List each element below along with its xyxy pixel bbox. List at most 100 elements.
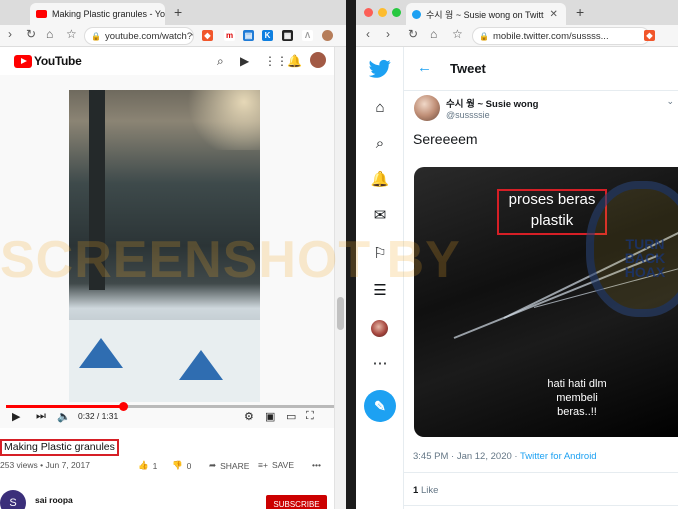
settings-gear-icon[interactable]: ⚙ [244,410,254,423]
tweet-text: Sereeeem [413,131,478,147]
compose-tweet-button[interactable]: ✎ [364,390,396,422]
caption-bottom-line: beras..!! [557,406,597,418]
back-arrow-icon[interactable]: ‹ [366,27,370,41]
extension-grid-icon[interactable]: ▦ [282,30,293,41]
fullscreen-icon[interactable]: ⛶ [306,410,314,423]
address-bar[interactable]: 🔒 youtube.com/watch?v... [84,27,194,45]
explore-search-icon[interactable]: ⌕ [369,133,391,155]
maximize-window-icon[interactable] [392,8,401,17]
back-arrow-icon[interactable]: › [8,27,12,41]
bookmark-icon[interactable]: ☆ [452,27,463,41]
extension-m-icon[interactable]: m [224,30,235,41]
page-title: Tweet [450,61,486,76]
profile-avatar[interactable] [371,320,388,337]
back-arrow-icon[interactable]: ← [417,59,432,76]
bookmark-icon[interactable]: ☆ [66,27,77,41]
likes-label: Like [420,485,439,496]
tab-youtube[interactable]: Making Plastic granules - YouTube ✕ [30,3,165,25]
extension-k-icon[interactable]: K [262,30,273,41]
likes-stat[interactable]: 1 Like [413,485,438,496]
tab-twitter[interactable]: 수시 웡 ~ Susie wong on Twitt ✕ [406,3,566,25]
badge-line: HOAX [624,264,666,280]
home-icon[interactable]: ⌂ [46,27,53,41]
close-window-icon[interactable] [364,8,373,17]
author-name[interactable]: 수시 웡 ~ Susie wong [446,96,538,110]
miniplayer-icon[interactable]: ▣ [265,410,275,423]
extension-a-icon[interactable]: Λ [302,30,313,41]
playlist-add-icon: ≡+ [258,460,268,470]
messages-envelope-icon[interactable]: ✉ [369,205,391,227]
close-tab-icon[interactable]: ✕ [549,9,557,20]
brave-shield-icon[interactable]: ◆ [644,30,655,41]
twitter-bird-icon[interactable] [369,59,391,79]
chevron-down-icon[interactable]: ⌄ [666,96,674,107]
tab-bar: 수시 웡 ~ Susie wong on Twitt ✕ + [356,0,678,25]
likes-count: 1 [413,485,419,496]
badge-line: TURN [625,236,665,252]
reload-icon[interactable]: ↻ [408,27,418,41]
notifications-bell-icon[interactable]: 🔔 [369,169,391,191]
tweet-timestamp: 3:45 PM · Jan 12, 2020 · Twitter for And… [413,451,597,462]
youtube-wordmark: YouTube [34,54,82,68]
minimize-window-icon[interactable] [378,8,387,17]
home-icon[interactable]: ⌂ [430,27,437,41]
save-label: SAVE [271,460,294,470]
video-title: Making Plastic granules [0,439,119,456]
youtube-play-logo-icon [14,54,32,68]
progress-knob[interactable] [118,402,128,411]
badge-text: TURN BACK HOAX [600,237,678,279]
youtube-favicon-icon [36,10,47,18]
next-icon[interactable]: ⏭ [36,410,46,423]
divider [404,472,678,473]
forward-arrow-icon[interactable]: › [386,27,390,41]
subscribe-button[interactable]: SUBSCRIBE [266,495,327,509]
new-tab-icon[interactable]: + [174,4,182,20]
more-circle-icon[interactable]: ⋯ [369,353,391,375]
profile-avatar[interactable] [322,30,333,41]
tab-title: Making Plastic granules - YouTube [52,9,165,19]
apps-grid-icon[interactable]: ⋮⋮ [264,54,288,68]
progress-fill [6,405,123,408]
new-tab-icon[interactable]: + [576,4,584,20]
video-light-flare [180,90,260,150]
share-button[interactable]: ➦ SHARE [209,460,249,471]
dislike-button[interactable]: 👎 0 [172,460,191,471]
youtube-logo[interactable]: YouTube [14,54,82,68]
address-bar[interactable]: 🔒 mobile.twitter.com/sussss... [472,27,650,45]
scrollbar-thumb[interactable] [337,297,344,330]
video-meta: 253 views • Jun 7, 2017 [0,460,90,470]
video-time: 0:32 / 1:31 [78,411,119,421]
play-icon[interactable]: ▶ [12,410,20,423]
progress-bar[interactable] [6,402,340,411]
window-controls [364,8,401,17]
volume-icon[interactable]: 🔈 [57,410,71,423]
lock-icon: 🔒 [479,31,489,41]
tweet-header: ← Tweet [404,47,678,91]
address-text: mobile.twitter.com/sussss... [492,30,609,42]
create-video-icon[interactable]: ▶ [240,54,249,68]
search-icon[interactable]: ⌕ [217,54,224,69]
tab-bar: Making Plastic granules - YouTube ✕ + [0,0,346,25]
tweet-time[interactable]: 3:45 PM · Jan 12, 2020 · [413,451,520,462]
like-button[interactable]: 👍 1 [138,460,157,471]
author-handle[interactable]: @sussssie [446,110,490,120]
tweet-source[interactable]: Twitter for Android [520,451,597,462]
player-controls: ▶ ⏭ 🔈 0:32 / 1:31 ⚙ ▣ ▭ ⛶ [0,400,346,424]
reload-icon[interactable]: ↻ [26,27,36,41]
save-button[interactable]: ≡+ SAVE [258,460,294,470]
channel-name[interactable]: sai roopa [35,495,73,505]
theater-mode-icon[interactable]: ▭ [286,410,296,423]
home-icon[interactable]: ⌂ [369,97,391,119]
share-arrow-icon: ➦ [209,460,217,470]
lock-icon: 🔒 [91,31,101,41]
thumbs-down-icon: 👎 [172,460,183,470]
extension-icon[interactable]: ▤ [243,30,254,41]
like-count: 1 [152,460,158,471]
more-options-icon[interactable]: ••• [312,460,321,470]
author-avatar[interactable] [414,95,440,121]
screenshot-watermark: SCREENSHOT BY [0,231,461,289]
channel-avatar[interactable]: S [0,490,26,509]
brave-shield-icon[interactable]: ◆ [202,30,213,41]
account-avatar[interactable] [310,52,326,68]
notifications-bell-icon[interactable]: 🔔 [287,54,302,68]
